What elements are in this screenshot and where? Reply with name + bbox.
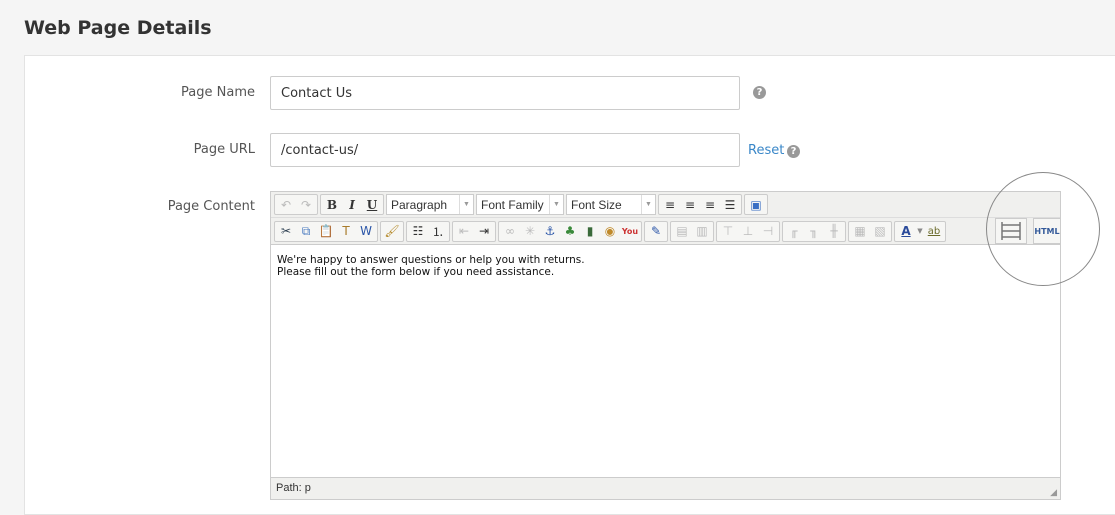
row-props-icon[interactable]: ▤	[672, 222, 692, 241]
anchor-icon[interactable]: ⚓	[540, 222, 560, 241]
resize-handle-icon[interactable]: ◢	[1050, 487, 1057, 498]
cell-props-icon[interactable]: ▥	[692, 222, 712, 241]
page-title: Web Page Details	[24, 17, 212, 39]
align-center-icon[interactable]: ≡	[680, 195, 700, 214]
text-color-icon[interactable]: A	[896, 222, 916, 241]
delete-row-icon[interactable]: ⊣	[758, 222, 778, 241]
insert-col-before-icon[interactable]: ╓	[784, 222, 804, 241]
paste-word-icon[interactable]: W	[356, 222, 376, 241]
html-source-button[interactable]: HTML	[1033, 218, 1061, 244]
format-select[interactable]: Paragraph ▼	[386, 194, 474, 215]
cut-icon[interactable]: ✂	[276, 222, 296, 241]
insert-col-after-icon[interactable]: ╖	[804, 222, 824, 241]
chevron-down-icon: ▼	[459, 195, 473, 214]
page-url-label: Page URL	[193, 142, 255, 157]
element-path: Path: p	[276, 482, 311, 494]
chevron-down-icon[interactable]: ▼	[916, 222, 924, 241]
font-size-value: Font Size	[571, 197, 622, 212]
toolbar-row-2: ✂ ⧉ 📋 T W 🖌 ☷ ⒈ ⇤ ⇥ ∞ ✳ ⚓ ♣ ▮ ◉ You ✎ ▤ ▥ ⊤ ⊥ ⊣ ╓ ╖ ╫ ▦ ▧ …	[271, 218, 1060, 245]
copy-icon[interactable]: ⧉	[296, 222, 316, 241]
insert-row-before-icon[interactable]: ⊤	[718, 222, 738, 241]
underline-icon[interactable]: U	[362, 195, 382, 214]
align-right-icon[interactable]: ≡	[700, 195, 720, 214]
page-content-label: Page Content	[167, 199, 255, 214]
page-name-label: Page Name	[181, 85, 255, 100]
page-url-input[interactable]	[270, 133, 740, 167]
align-justify-icon[interactable]: ☰	[720, 195, 740, 214]
reset-link[interactable]: Reset	[748, 143, 784, 158]
split-cells-icon[interactable]: ▧	[870, 222, 890, 241]
fullscreen-icon[interactable]: ▣	[746, 195, 766, 214]
merge-cells-icon[interactable]: ▦	[850, 222, 870, 241]
page-name-input[interactable]	[270, 76, 740, 110]
help-icon[interactable]: ?	[787, 145, 800, 158]
clean-format-icon[interactable]: 🖌	[382, 222, 402, 241]
flash-icon[interactable]: ◉	[600, 222, 620, 241]
format-select-value: Paragraph	[391, 197, 448, 212]
chevron-down-icon: ▼	[549, 195, 563, 214]
outdent-icon[interactable]: ⇤	[454, 222, 474, 241]
numbered-list-icon[interactable]: ⒈	[428, 222, 448, 241]
font-family-select[interactable]: Font Family ▼	[476, 194, 564, 215]
undo-icon[interactable]: ↶	[276, 195, 296, 214]
editor-status-bar: Path: p ◢	[271, 477, 1060, 499]
italic-icon[interactable]: I	[342, 195, 362, 214]
toolbar-row-1: ↶ ↷ BIU Paragraph ▼ Font Family ▼ Font Size…	[271, 192, 1060, 218]
redo-icon[interactable]: ↷	[296, 195, 316, 214]
bold-icon[interactable]: B	[322, 195, 342, 214]
delete-col-icon[interactable]: ╫	[824, 222, 844, 241]
youtube-icon[interactable]: You	[620, 222, 640, 241]
align-left-icon[interactable]: ≡	[660, 195, 680, 214]
media-icon[interactable]: ▮	[580, 222, 600, 241]
bullet-list-icon[interactable]: ☷	[408, 222, 428, 241]
help-icon[interactable]: ?	[753, 86, 766, 99]
page-break-icon[interactable]	[995, 218, 1027, 244]
unlink-icon[interactable]: ✳	[520, 222, 540, 241]
font-size-select[interactable]: Font Size ▼	[566, 194, 656, 215]
editor-content[interactable]: We're happy to answer questions or help …	[277, 254, 585, 278]
highlight-color-icon[interactable]: ab	[924, 222, 944, 241]
content-line: We're happy to answer questions or help …	[277, 254, 585, 266]
rich-text-editor: ↶ ↷ BIU Paragraph ▼ Font Family ▼ Font Size…	[270, 191, 1061, 500]
link-icon[interactable]: ∞	[500, 222, 520, 241]
image-icon[interactable]: ♣	[560, 222, 580, 241]
paste-text-icon[interactable]: T	[336, 222, 356, 241]
content-line: Please fill out the form below if you ne…	[277, 266, 555, 278]
edit-table-icon[interactable]: ✎	[646, 222, 666, 241]
indent-icon[interactable]: ⇥	[474, 222, 494, 241]
font-family-value: Font Family	[481, 197, 544, 212]
paste-icon[interactable]: 📋	[316, 222, 336, 241]
insert-row-after-icon[interactable]: ⊥	[738, 222, 758, 241]
chevron-down-icon: ▼	[641, 195, 655, 214]
